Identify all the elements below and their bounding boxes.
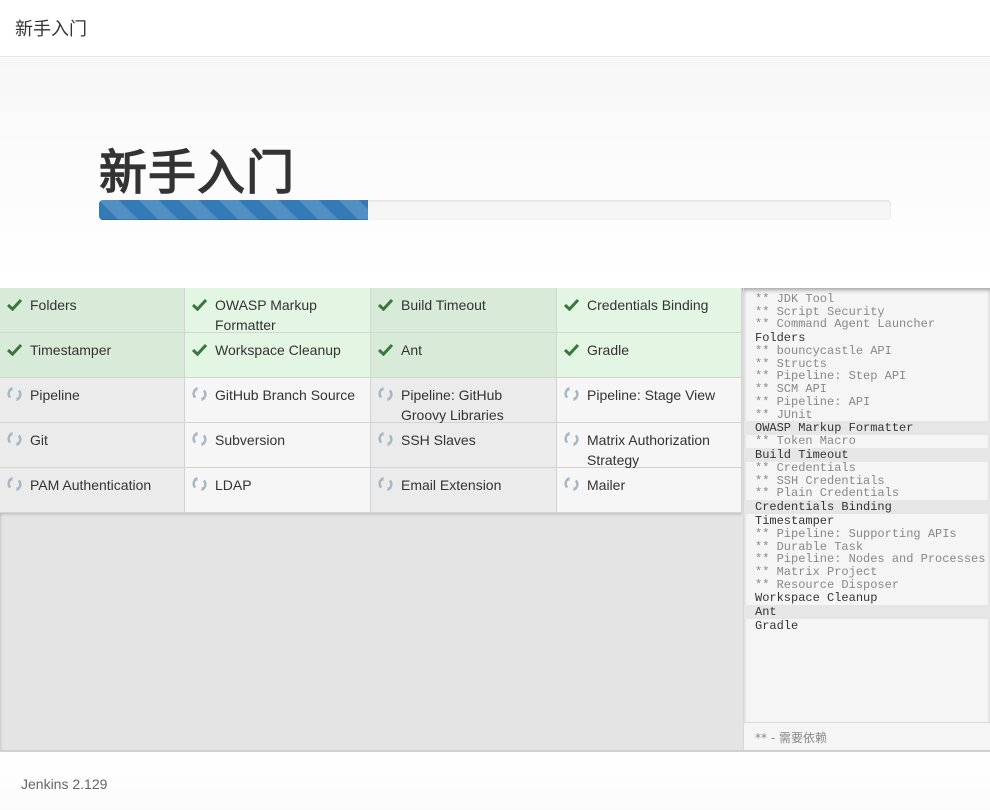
plugin-item: Timestamper bbox=[0, 333, 185, 378]
refresh-icon bbox=[563, 386, 579, 402]
plugin-name: Credentials Binding bbox=[587, 297, 709, 313]
plugin-name: Pipeline bbox=[30, 387, 80, 403]
hero-section: 新手入门 bbox=[0, 58, 990, 288]
plugin-item: Mailer bbox=[557, 468, 742, 513]
plugin-name: Build Timeout bbox=[401, 297, 486, 313]
plugin-name: Ant bbox=[401, 342, 423, 358]
log-dependency-line: ** Pipeline: API bbox=[755, 394, 871, 409]
log-plugin-line: Ant bbox=[744, 605, 990, 620]
plugin-name: OWASP Markup Formatter bbox=[215, 297, 317, 333]
log-dependency-line: ** Pipeline: Supporting APIs bbox=[755, 526, 957, 541]
plugin-item: OWASP Markup Formatter bbox=[185, 288, 371, 333]
refresh-icon bbox=[191, 431, 207, 447]
install-progress-bar bbox=[99, 200, 891, 220]
check-icon bbox=[6, 341, 22, 357]
plugin-name: GitHub Branch Source bbox=[215, 387, 356, 403]
plugin-name: Subversion bbox=[215, 432, 286, 448]
refresh-icon bbox=[191, 476, 207, 492]
refresh-icon bbox=[563, 476, 579, 492]
install-progress-fill bbox=[99, 200, 369, 220]
log-plugin-line: Timestamper bbox=[755, 513, 835, 528]
plugin-item: Email Extension bbox=[371, 468, 557, 513]
jenkins-version: Jenkins 2.129 bbox=[21, 776, 108, 792]
log-plugin-line: OWASP Markup Formatter bbox=[744, 421, 990, 436]
log-dependency-line: ** Command Agent Launcher bbox=[755, 317, 936, 332]
header-title: 新手入门 bbox=[15, 19, 87, 40]
plugin-name: PAM Authentication bbox=[30, 477, 152, 493]
plugin-item: Build Timeout bbox=[371, 288, 557, 333]
plugin-name: Timestamper bbox=[30, 342, 112, 358]
plugin-name: LDAP bbox=[215, 477, 252, 493]
check-icon bbox=[563, 341, 579, 357]
log-plugin-line: Build Timeout bbox=[744, 447, 990, 462]
plugin-name: Matrix Authorization Strategy bbox=[587, 432, 710, 468]
plugin-name: Email Extension bbox=[401, 477, 502, 493]
log-dependency-line: ** SCM API bbox=[755, 382, 828, 397]
refresh-icon bbox=[191, 386, 207, 402]
log-dependency-line: ** Plain Credentials bbox=[755, 486, 900, 501]
log-plugin-line: Folders bbox=[755, 331, 806, 346]
log-dependency-line: ** Credentials bbox=[755, 460, 856, 475]
check-icon bbox=[377, 296, 393, 312]
plugin-item: Gradle bbox=[557, 333, 742, 378]
check-icon bbox=[191, 341, 207, 357]
log-dependency-line: ** JUnit bbox=[755, 407, 813, 422]
plugin-item: Pipeline: Stage View bbox=[557, 378, 742, 423]
log-dependency-line: ** bouncycastle API bbox=[755, 344, 892, 359]
plugin-item: SSH Slaves bbox=[371, 423, 557, 468]
plugin-item: Git bbox=[0, 423, 185, 468]
plugin-name: Gradle bbox=[587, 342, 630, 358]
plugin-item: Folders bbox=[0, 288, 185, 333]
plugin-item: LDAP bbox=[185, 468, 371, 513]
refresh-icon bbox=[377, 431, 393, 447]
plugin-name: SSH Slaves bbox=[401, 432, 476, 448]
refresh-icon bbox=[6, 476, 22, 492]
plugin-item: PAM Authentication bbox=[0, 468, 185, 513]
plugin-item: Subversion bbox=[185, 423, 371, 468]
plugin-install-panel: Folders OWASP Markup Formatter Build Timeo… bbox=[0, 288, 990, 750]
plugin-item: GitHub Branch Source bbox=[185, 378, 371, 423]
log-plugin-line: Gradle bbox=[755, 619, 799, 634]
plugin-item: Matrix Authorization Strategy bbox=[557, 423, 742, 468]
log-plugin-line: Workspace Cleanup bbox=[755, 591, 878, 606]
refresh-icon bbox=[563, 431, 579, 447]
refresh-icon bbox=[377, 476, 393, 492]
plugin-item: Workspace Cleanup bbox=[185, 333, 371, 378]
page-header: 新手入门 bbox=[0, 0, 990, 57]
log-dependency-line: ** JDK Tool bbox=[755, 292, 835, 306]
log-dependency-line: ** Token Macro bbox=[755, 434, 856, 449]
refresh-icon bbox=[6, 431, 22, 447]
check-icon bbox=[191, 296, 207, 312]
plugin-name: Mailer bbox=[587, 477, 626, 493]
install-log: ** JDK Tool ** Script Security ** Command … bbox=[743, 288, 990, 722]
plugin-name: Pipeline: Stage View bbox=[587, 387, 716, 403]
refresh-icon bbox=[6, 386, 22, 402]
check-icon bbox=[563, 296, 579, 312]
log-dependency-line: ** Resource Disposer bbox=[755, 577, 900, 592]
plugin-grid: Folders OWASP Markup Formatter Build Timeo… bbox=[0, 288, 742, 513]
plugin-name: Workspace Cleanup bbox=[215, 342, 341, 358]
log-dependency-line: ** Matrix Project bbox=[755, 565, 878, 579]
check-icon bbox=[377, 341, 393, 357]
page-title: 新手入门 bbox=[99, 145, 296, 201]
page-footer: Jenkins 2.129 bbox=[0, 750, 990, 810]
plugin-name: Git bbox=[30, 432, 48, 448]
plugin-item: Pipeline: GitHub Groovy Libraries bbox=[371, 378, 557, 423]
log-plugin-line: Credentials Binding bbox=[744, 499, 990, 514]
plugin-item: Ant bbox=[371, 333, 557, 378]
plugin-name: Pipeline: GitHub Groovy Libraries bbox=[401, 387, 504, 423]
plugin-name: Folders bbox=[30, 297, 77, 313]
refresh-icon bbox=[377, 386, 393, 402]
plugin-item: Credentials Binding bbox=[557, 288, 742, 333]
check-icon bbox=[6, 296, 22, 312]
log-legend: ** - 需要依赖 bbox=[743, 722, 990, 750]
plugin-item: Pipeline bbox=[0, 378, 185, 423]
